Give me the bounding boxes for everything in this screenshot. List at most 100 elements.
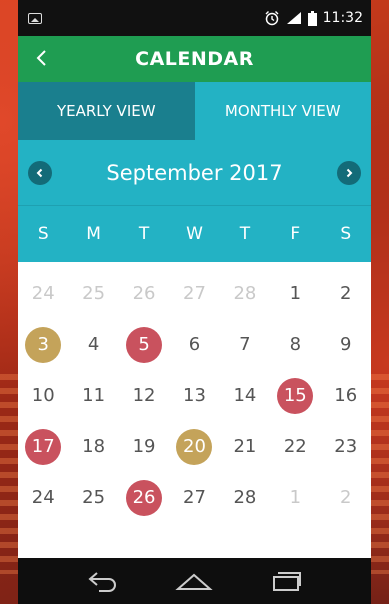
status-bar: 11:32 xyxy=(18,0,371,36)
calendar-day[interactable]: 11 xyxy=(68,378,118,414)
calendar-day-number: 13 xyxy=(183,385,206,406)
calendar-day-number: 24 xyxy=(31,283,55,304)
month-title: September 2017 xyxy=(106,160,283,185)
weekday-label: S xyxy=(340,224,352,244)
wallpaper-stripes-left xyxy=(0,374,18,574)
page-title: CALENDAR xyxy=(135,48,254,70)
back-icon[interactable] xyxy=(85,570,121,592)
chevron-left-circle-icon[interactable] xyxy=(28,160,52,185)
calendar-day[interactable]: 12 xyxy=(119,378,169,414)
calendar-day[interactable]: 24 xyxy=(18,276,68,312)
calendar-day[interactable]: 24 xyxy=(18,480,68,516)
calendar-day-number: 14 xyxy=(233,385,257,406)
tab-yearly-view[interactable]: YEARLY VIEW xyxy=(18,82,195,140)
calendar-day-number: 4 xyxy=(87,334,100,355)
phone-screen: 11:32 CALENDAR YEARLY VIEW MONTHLY VIEW … xyxy=(18,0,371,604)
calendar-day[interactable]: 14 xyxy=(220,378,270,414)
calendar-week-row: 24 25 26 27 28 1 2 xyxy=(18,472,371,523)
recents-icon[interactable] xyxy=(268,570,304,592)
alarm-icon xyxy=(265,11,279,26)
calendar-day-number: 23 xyxy=(334,436,358,457)
calendar-day[interactable]: 4 xyxy=(68,327,118,363)
calendar-day-number: 28 xyxy=(233,487,257,508)
calendar-day[interactable]: 1 xyxy=(270,276,320,312)
calendar-day-number: 21 xyxy=(233,436,257,457)
calendar-week-row: 17 18 19 20 21 22 23 xyxy=(18,421,371,472)
calendar-day-number: 22 xyxy=(283,436,307,457)
battery-icon xyxy=(307,10,317,26)
chevron-left-icon[interactable] xyxy=(28,44,56,72)
view-tabs: YEARLY VIEW MONTHLY VIEW xyxy=(18,82,371,140)
calendar-day-number: 25 xyxy=(82,283,106,304)
calendar-week-row: 24 25 26 27 28 1 2 xyxy=(18,268,371,319)
weekday-label: T xyxy=(138,224,150,244)
tab-monthly-view[interactable]: MONTHLY VIEW xyxy=(194,82,371,140)
calendar-day-number: 2 xyxy=(340,283,352,304)
app-bar: CALENDAR xyxy=(18,36,371,82)
calendar-day-number: 16 xyxy=(334,385,358,406)
calendar-grid: 24 25 26 27 28 1 2 3 4 5 6 7 8 9 10 11 12 13 14 15 16 17 18 19 2… xyxy=(18,262,371,523)
calendar-day[interactable]: 22 xyxy=(270,429,320,465)
calendar-day-number: 26 xyxy=(126,479,163,516)
calendar-day[interactable]: 7 xyxy=(220,327,270,363)
calendar-day[interactable]: 2 xyxy=(321,480,371,516)
calendar-day-number: 3 xyxy=(25,326,62,363)
calendar-day[interactable]: 23 xyxy=(321,429,371,465)
calendar-day[interactable]: 16 xyxy=(321,378,371,414)
calendar-day[interactable]: 25 xyxy=(68,480,118,516)
calendar-day-event[interactable]: 20 xyxy=(169,428,219,465)
calendar-day-number: 27 xyxy=(183,487,206,508)
calendar-day-number: 17 xyxy=(25,428,62,465)
calendar-day-number: 24 xyxy=(31,487,55,508)
month-navigation: September 2017 xyxy=(18,140,371,206)
calendar-day-number: 8 xyxy=(289,334,302,355)
weekday-label: M xyxy=(86,224,101,244)
calendar-day[interactable]: 28 xyxy=(220,276,270,312)
calendar-day-number: 2 xyxy=(340,487,352,508)
calendar-day-number: 27 xyxy=(183,283,206,304)
calendar-day[interactable]: 18 xyxy=(68,429,118,465)
calendar-day[interactable]: 25 xyxy=(68,276,118,312)
calendar-day-number: 12 xyxy=(132,385,156,406)
calendar-day[interactable]: 28 xyxy=(220,480,270,516)
calendar-day-number: 26 xyxy=(132,283,156,304)
calendar-day-event[interactable]: 3 xyxy=(18,326,68,363)
home-icon[interactable] xyxy=(175,570,214,592)
calendar-day-event[interactable]: 5 xyxy=(119,326,169,363)
calendar-day-number: 5 xyxy=(126,326,163,363)
calendar-day[interactable]: 26 xyxy=(119,276,169,312)
weekday-header: S M T W T F S xyxy=(18,206,371,262)
calendar-day-event[interactable]: 26 xyxy=(119,479,169,516)
calendar-day-number: 25 xyxy=(82,487,106,508)
calendar-day[interactable]: 27 xyxy=(169,480,219,516)
calendar-day[interactable]: 21 xyxy=(220,429,270,465)
calendar-day[interactable]: 13 xyxy=(169,378,219,414)
calendar-day[interactable]: 27 xyxy=(169,276,219,312)
calendar-day[interactable]: 6 xyxy=(169,327,219,363)
calendar-day-number: 28 xyxy=(233,283,257,304)
calendar-day[interactable]: 10 xyxy=(18,378,68,414)
weekday-label: T xyxy=(239,224,251,244)
calendar-day-event[interactable]: 17 xyxy=(18,428,68,465)
calendar-day-number: 6 xyxy=(188,334,201,355)
status-time: 11:32 xyxy=(322,10,363,26)
calendar-day-number: 18 xyxy=(82,436,106,457)
calendar-day[interactable]: 2 xyxy=(321,276,371,312)
calendar-week-row: 10 11 12 13 14 15 16 xyxy=(18,370,371,421)
weekday-label: W xyxy=(186,224,203,244)
calendar-day-number: 11 xyxy=(82,385,106,406)
calendar-day-number: 1 xyxy=(289,487,302,508)
calendar-day[interactable]: 1 xyxy=(270,480,320,516)
calendar-day-number: 7 xyxy=(239,334,251,355)
calendar-day[interactable]: 8 xyxy=(270,327,320,363)
calendar-day-number: 1 xyxy=(289,283,302,304)
chevron-right-circle-icon[interactable] xyxy=(336,160,361,185)
weekday-label: F xyxy=(290,224,301,244)
calendar-day-event[interactable]: 15 xyxy=(270,377,320,414)
calendar-day-number: 10 xyxy=(31,385,55,406)
weekday-label: S xyxy=(37,224,49,244)
calendar-day[interactable]: 19 xyxy=(119,429,169,465)
calendar-week-row: 3 4 5 6 7 8 9 xyxy=(18,319,371,370)
status-right: 11:32 xyxy=(264,10,363,26)
calendar-day[interactable]: 9 xyxy=(321,327,371,363)
